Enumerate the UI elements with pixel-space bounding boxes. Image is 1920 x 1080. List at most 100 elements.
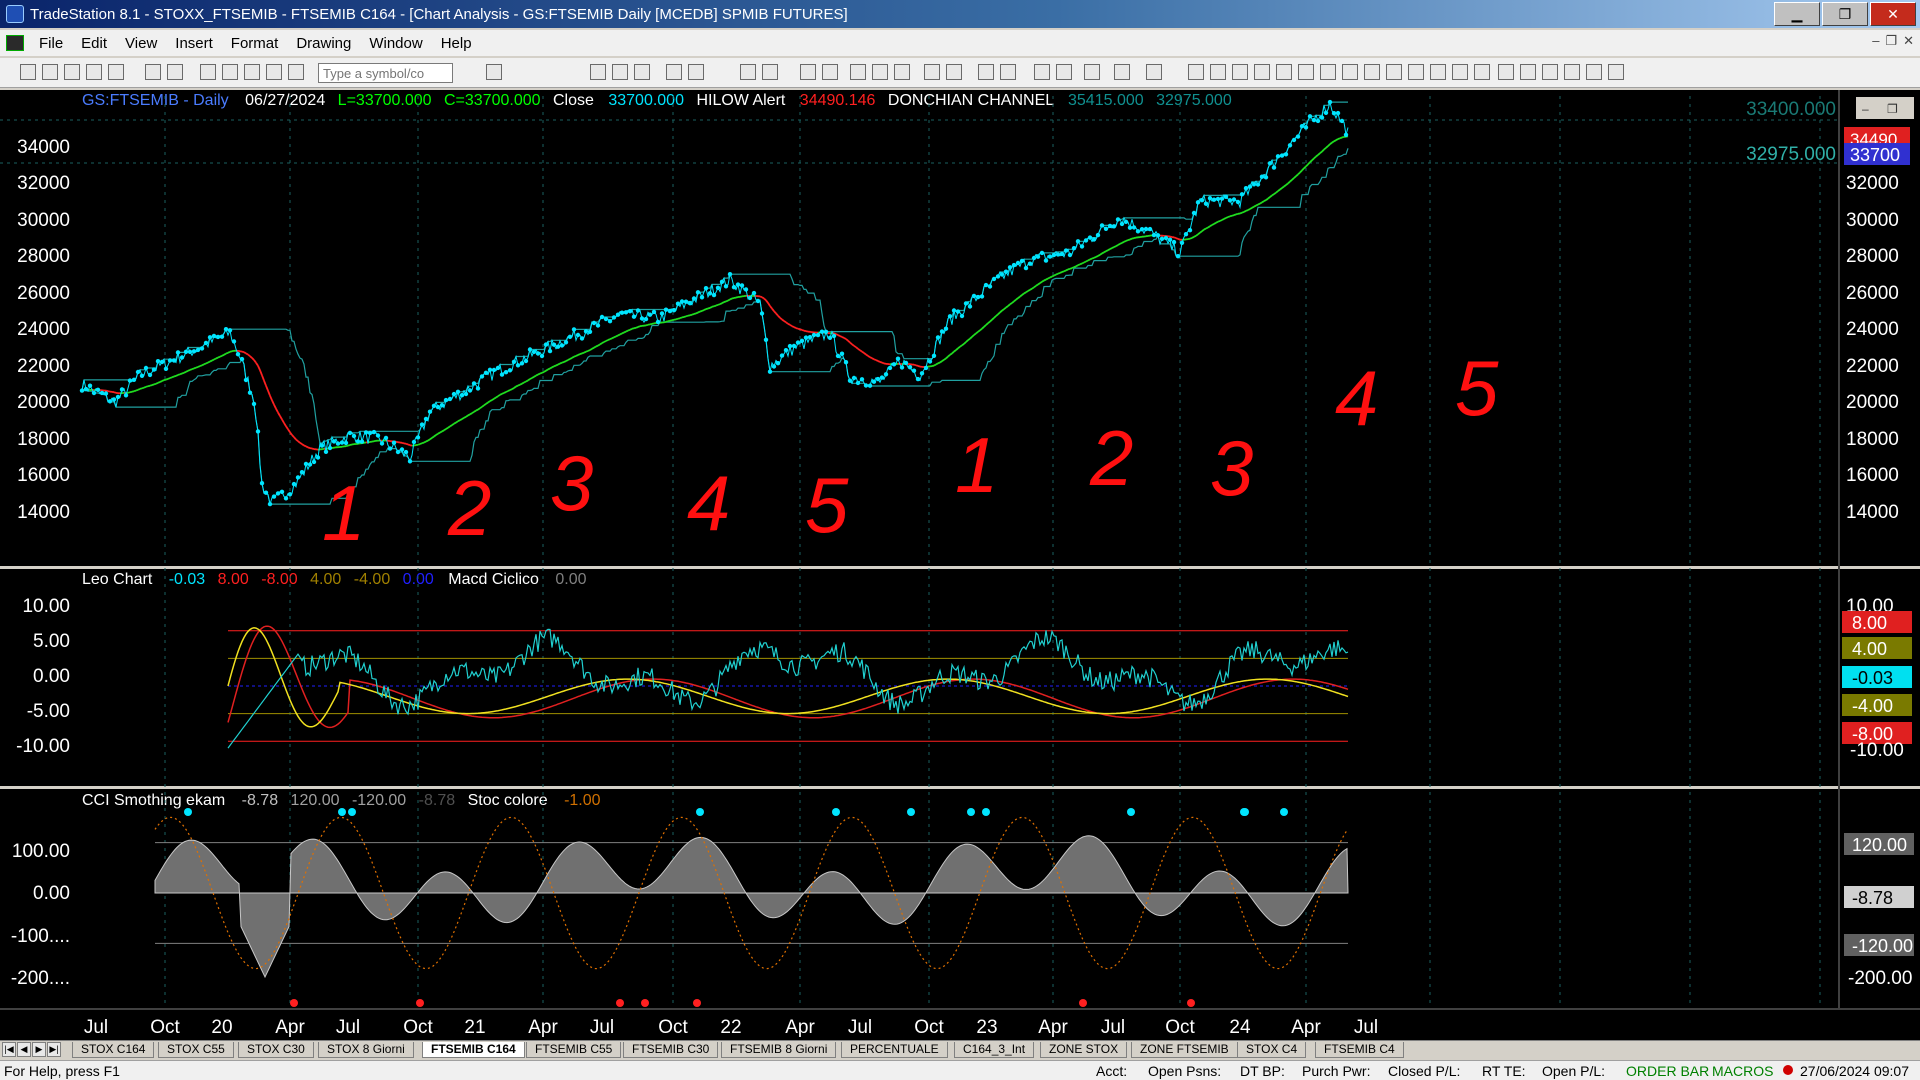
wave-label[interactable]: 1: [322, 469, 365, 557]
pen-icon[interactable]: [1474, 64, 1490, 80]
chart-canvas[interactable]: GS:FTSEMIB - Daily 06/27/2024 L=33700.00…: [0, 90, 1920, 1040]
rectangle-icon[interactable]: [1586, 64, 1602, 80]
angle-icon[interactable]: [1430, 64, 1446, 80]
data-window-icon[interactable]: [1114, 64, 1130, 80]
curve-icon[interactable]: [1276, 64, 1292, 80]
menu-format[interactable]: Format: [222, 35, 288, 52]
tab-c164-3-int[interactable]: C164_3_Int: [954, 1042, 1035, 1058]
last-tab-icon[interactable]: ▶|: [47, 1042, 61, 1057]
bars-tool-icon[interactable]: [1254, 64, 1270, 80]
zoom-in-icon[interactable]: [978, 64, 994, 80]
chart-window-icon[interactable]: [6, 35, 24, 51]
search-icon[interactable]: [486, 64, 502, 80]
width-icon[interactable]: [946, 64, 962, 80]
horizontal-line-icon[interactable]: [1386, 64, 1402, 80]
chart-analysis-window[interactable]: GS:FTSEMIB - Daily 06/27/2024 L=33700.00…: [0, 90, 1920, 1040]
pane-minimize-icon[interactable]: –: [1862, 102, 1869, 116]
wave-label[interactable]: 3: [1210, 424, 1253, 512]
vertical-lines-icon[interactable]: [1210, 64, 1226, 80]
list-icon[interactable]: [612, 64, 628, 80]
wave-label[interactable]: 4: [1335, 354, 1378, 442]
text-tool-icon[interactable]: [1608, 64, 1624, 80]
channel-icon[interactable]: [1408, 64, 1424, 80]
retracement-icon[interactable]: [1342, 64, 1358, 80]
menu-help[interactable]: Help: [432, 35, 481, 52]
prev-tab-icon[interactable]: ◀: [17, 1042, 31, 1057]
close-button[interactable]: ✕: [1870, 2, 1916, 26]
wave-label[interactable]: 4: [687, 459, 730, 547]
lock-icon[interactable]: [244, 64, 260, 80]
pane-restore-icon[interactable]: ❐: [1887, 102, 1898, 116]
tab-stox-c55[interactable]: STOX C55: [158, 1042, 234, 1058]
print-icon[interactable]: [167, 64, 183, 80]
new-page-icon[interactable]: [86, 64, 102, 80]
down-arrow-icon[interactable]: [1520, 64, 1536, 80]
pencil-icon[interactable]: [1188, 64, 1204, 80]
copy-icon[interactable]: [64, 64, 80, 80]
wave-label[interactable]: 1: [955, 421, 998, 509]
wrench-icon[interactable]: [1084, 64, 1100, 80]
mdi-restore-button[interactable]: ❐: [1885, 33, 1897, 49]
tab-stox-8-giorni[interactable]: STOX 8 Giorni: [318, 1042, 414, 1058]
tab-ftsemib-c164[interactable]: FTSEMIB C164: [422, 1042, 525, 1058]
arc-icon[interactable]: [1452, 64, 1468, 80]
menu-window[interactable]: Window: [360, 35, 431, 52]
tab-ftsemib-8-giorni[interactable]: FTSEMIB 8 Giorni: [721, 1042, 837, 1058]
chart-icon[interactable]: [590, 64, 606, 80]
wave-label[interactable]: 5: [1455, 344, 1499, 432]
matrix-icon[interactable]: [762, 64, 778, 80]
wave-label[interactable]: 3: [550, 439, 593, 527]
maximize-button[interactable]: ❐: [1822, 2, 1868, 26]
tab-ftsemib-c55[interactable]: FTSEMIB C55: [526, 1042, 622, 1058]
bars-icon[interactable]: [822, 64, 838, 80]
minimize-button[interactable]: ▁: [1774, 2, 1820, 26]
trendline-icon[interactable]: [1320, 64, 1336, 80]
tools-icon[interactable]: [266, 64, 282, 80]
tab-percentuale[interactable]: PERCENTUALE: [841, 1042, 948, 1058]
symbol-input[interactable]: [318, 63, 453, 83]
crosshair-icon[interactable]: [1056, 64, 1072, 80]
candles-icon[interactable]: [850, 64, 866, 80]
point-figure-icon[interactable]: [894, 64, 910, 80]
horizontal-lines-icon[interactable]: [1232, 64, 1248, 80]
macros-button[interactable]: MACROS: [1712, 1063, 1773, 1079]
format-icon[interactable]: [200, 64, 216, 80]
tab-stox-c164[interactable]: STOX C164: [72, 1042, 155, 1058]
line-chart-icon[interactable]: [872, 64, 888, 80]
tab-stox-c30[interactable]: STOX C30: [238, 1042, 314, 1058]
ellipse-icon[interactable]: [1564, 64, 1580, 80]
menu-view[interactable]: View: [116, 35, 166, 52]
pane-divider[interactable]: [0, 786, 1920, 789]
radar-icon[interactable]: [740, 64, 756, 80]
tab-ftsemib-c4[interactable]: FTSEMIB C4: [1315, 1042, 1404, 1058]
mdi-minimize-button[interactable]: –: [1872, 33, 1879, 49]
first-tab-icon[interactable]: |◀: [2, 1042, 16, 1057]
menu-drawing[interactable]: Drawing: [287, 35, 360, 52]
window-icon[interactable]: [222, 64, 238, 80]
wave-label[interactable]: 5: [805, 461, 849, 549]
order-bar-button[interactable]: ORDER BAR: [1626, 1063, 1709, 1079]
link-icon[interactable]: [688, 64, 704, 80]
freehand-icon[interactable]: [1498, 64, 1514, 80]
grid-icon[interactable]: [634, 64, 650, 80]
menu-file[interactable]: File: [30, 35, 72, 52]
tab-zone-stox[interactable]: ZONE STOX: [1040, 1042, 1128, 1058]
tab-stox-c4[interactable]: STOX C4: [1237, 1042, 1307, 1058]
zoom-out-icon[interactable]: [1000, 64, 1016, 80]
pan-icon[interactable]: [924, 64, 940, 80]
new-icon[interactable]: [20, 64, 36, 80]
globe-icon[interactable]: [288, 64, 304, 80]
up-arrow-icon[interactable]: [1542, 64, 1558, 80]
wave-label[interactable]: 2: [447, 464, 491, 552]
next-tab-icon[interactable]: ▶: [32, 1042, 46, 1057]
scan-icon[interactable]: [666, 64, 682, 80]
chart-style-icon[interactable]: [800, 64, 816, 80]
fibonacci-icon[interactable]: [1364, 64, 1380, 80]
menu-insert[interactable]: Insert: [166, 35, 222, 52]
tab-ftsemib-c30[interactable]: FTSEMIB C30: [623, 1042, 719, 1058]
overlay-icon[interactable]: [1146, 64, 1162, 80]
open-icon[interactable]: [42, 64, 58, 80]
fan-icon[interactable]: [1298, 64, 1314, 80]
pointer-icon[interactable]: [1034, 64, 1050, 80]
pane-divider[interactable]: [0, 566, 1920, 569]
